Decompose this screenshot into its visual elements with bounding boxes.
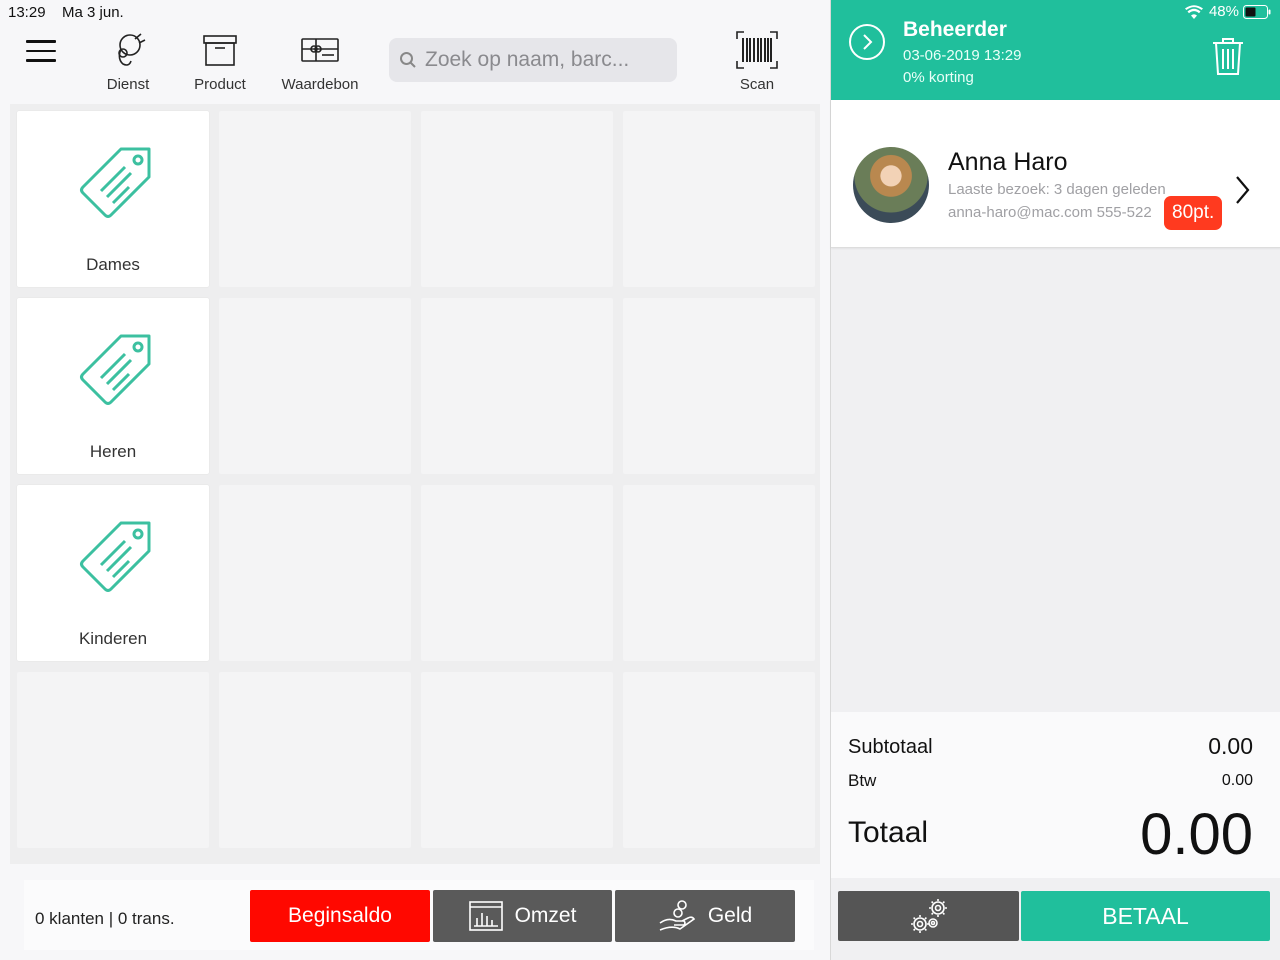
service-button[interactable]: Dienst — [100, 28, 156, 93]
voucher-label: Waardebon — [281, 76, 359, 93]
customer-last-visit: Laaste bezoek: 3 dagen geleden — [948, 181, 1166, 198]
discount-text[interactable]: 0% korting — [903, 69, 974, 86]
cart-panel: Beheerder 03-06-2019 13:29 0% korting 48… — [830, 0, 1280, 960]
chevron-right-icon[interactable] — [1234, 175, 1250, 205]
customer-card[interactable]: Anna Haro Laaste bezoek: 3 dagen geleden… — [831, 100, 1280, 248]
scan-button[interactable]: Scan — [732, 28, 782, 93]
revenue-label: Omzet — [514, 904, 577, 927]
empty-tile — [219, 298, 411, 474]
scan-label: Scan — [739, 76, 775, 93]
pay-button[interactable]: BETAAL — [1021, 891, 1270, 941]
empty-tile — [421, 485, 613, 661]
service-label: Dienst — [106, 76, 150, 93]
price-tag-icon — [80, 521, 151, 592]
voucher-button[interactable]: Waardebon — [280, 28, 360, 93]
empty-tile — [623, 672, 815, 848]
category-label: Kinderen — [78, 629, 148, 648]
trash-icon[interactable] — [1211, 36, 1245, 81]
empty-tile — [219, 485, 411, 661]
empty-tile — [219, 672, 411, 848]
voucher-icon — [280, 28, 360, 72]
menu-icon[interactable] — [26, 40, 56, 64]
empty-tile — [623, 111, 815, 287]
empty-tile — [623, 485, 815, 661]
empty-tile — [219, 111, 411, 287]
pos-main-panel: 13:29 Ma 3 jun. Dienst Product Waardebon — [0, 0, 830, 960]
price-tag-icon — [80, 334, 151, 405]
opening-balance-label: Beginsaldo — [288, 904, 392, 927]
product-box-icon — [190, 28, 250, 72]
user-role-title: Beheerder — [903, 18, 1007, 41]
gear-icon — [910, 899, 947, 933]
vat-value: 0.00 — [1221, 772, 1253, 789]
collapse-panel-button[interactable] — [849, 24, 885, 60]
product-label: Product — [194, 76, 246, 93]
cart-header: Beheerder 03-06-2019 13:29 0% korting 48… — [831, 0, 1280, 100]
cash-label: Geld — [707, 904, 753, 927]
category-tile-heren[interactable]: Heren — [17, 298, 209, 474]
category-label: Heren — [89, 442, 137, 461]
totals-panel: Subtotaal 0.00 Btw 0.00 Totaal 0.00 — [831, 712, 1280, 878]
search-box[interactable] — [389, 38, 677, 82]
system-status: 48% — [1184, 3, 1271, 20]
category-tile-dames[interactable]: Dames — [17, 111, 209, 287]
search-input[interactable] — [425, 48, 665, 72]
customer-name: Anna Haro — [948, 148, 1068, 176]
subtotal-value: 0.00 — [1208, 733, 1253, 759]
session-datetime: 03-06-2019 13:29 — [903, 47, 1022, 64]
empty-tile — [421, 672, 613, 848]
empty-tile — [17, 672, 209, 848]
category-label: Dames — [86, 255, 140, 274]
customer-transaction-count: 0 klanten | 0 trans. — [35, 909, 175, 928]
pay-label: BETAAL — [1102, 902, 1189, 929]
money-hand-icon — [658, 899, 696, 933]
battery-percent: 48% — [1208, 3, 1239, 20]
empty-tile — [421, 111, 613, 287]
total-value: 0.00 — [1140, 802, 1253, 867]
empty-tile — [623, 298, 815, 474]
category-grid: Dames Heren Kinderen — [10, 104, 820, 864]
barcode-icon — [732, 28, 782, 72]
battery-icon — [1243, 4, 1271, 19]
service-icon — [100, 28, 156, 72]
status-time: 13:29 — [8, 4, 46, 21]
total-label: Totaal — [848, 816, 929, 849]
avatar — [853, 147, 929, 223]
cash-button[interactable]: Geld — [615, 890, 795, 942]
vat-label: Btw — [848, 771, 877, 790]
status-date: Ma 3 jun. — [62, 4, 124, 21]
loyalty-points-badge: 80pt. — [1164, 196, 1223, 230]
customer-contact: anna-haro@mac.com 555-522 — [948, 204, 1152, 221]
subtotal-label: Subtotaal — [848, 736, 933, 758]
settings-button[interactable] — [838, 891, 1019, 941]
wifi-icon — [1184, 4, 1203, 19]
opening-balance-button[interactable]: Beginsaldo — [250, 890, 430, 942]
chart-icon — [468, 901, 503, 931]
price-tag-icon — [80, 147, 151, 218]
category-tile-kinderen[interactable]: Kinderen — [17, 485, 209, 661]
revenue-button[interactable]: Omzet — [433, 890, 612, 942]
search-icon — [400, 52, 416, 68]
chevron-right-icon — [863, 34, 873, 50]
empty-tile — [421, 298, 613, 474]
product-button[interactable]: Product — [190, 28, 250, 93]
